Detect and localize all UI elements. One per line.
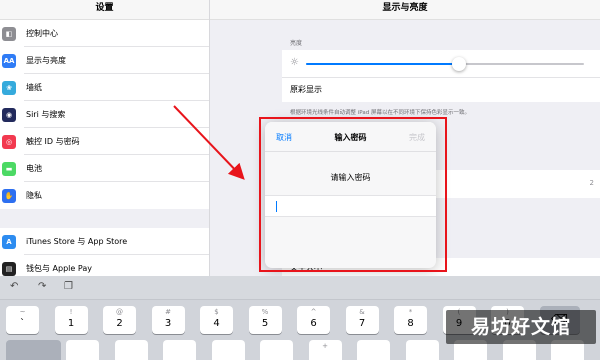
undo-icon[interactable]: ↶ <box>10 281 18 292</box>
keyboard-key[interactable]: + <box>308 340 342 360</box>
key-shift-symbol: @ <box>116 308 123 316</box>
key-main-symbol: 1 <box>67 318 75 329</box>
keyboard-key[interactable] <box>163 340 196 360</box>
key-main-symbol: 2 <box>116 318 123 329</box>
keyboard-key[interactable]: ! 1 <box>54 306 88 334</box>
key-shift-symbol: % <box>261 308 269 316</box>
keyboard-key[interactable] <box>211 340 245 360</box>
key-main-symbol: 4 <box>213 318 220 329</box>
keyboard-key[interactable]: * 8 <box>394 306 427 334</box>
key-shift-symbol: + <box>322 342 328 350</box>
keyboard-key[interactable]: ~ ` <box>6 306 39 334</box>
keyboard-key[interactable]: % 5 <box>248 306 282 334</box>
keyboard-key[interactable] <box>260 340 293 360</box>
keyboard-key[interactable] <box>114 340 148 360</box>
key-main-symbol: 8 <box>407 318 414 329</box>
key-shift-symbol: ~ <box>19 308 26 316</box>
keyboard-key[interactable]: ^ 6 <box>297 306 330 334</box>
key-shift-symbol: & <box>359 308 365 316</box>
key-shift-symbol: ! <box>69 308 73 316</box>
watermark-logo: 易坊好文馆 <box>446 310 596 344</box>
keyboard-key[interactable]: @2 <box>103 306 136 334</box>
key-shift-symbol: # <box>165 308 171 316</box>
key-main-symbol: ` <box>20 318 25 329</box>
key-main-symbol: 3 <box>164 318 172 329</box>
keyboard-key[interactable] <box>405 340 439 360</box>
keyboard-shortcut-bar: ↶ ↷ ❐ <box>0 276 600 300</box>
key-shift-symbol: ^ <box>310 308 317 316</box>
key-shift-symbol: $ <box>214 308 219 316</box>
redo-icon[interactable]: ↷ <box>38 281 46 292</box>
keyboard-key[interactable]: $4 <box>200 306 233 334</box>
key-main-symbol: 7 <box>358 318 366 329</box>
keyboard-key[interactable] <box>66 340 99 360</box>
key-main-symbol: 5 <box>261 318 269 329</box>
keyboard-key[interactable]: & 7 <box>345 306 379 334</box>
keyboard-key[interactable] <box>357 340 390 360</box>
tab-key[interactable] <box>6 340 61 360</box>
key-main-symbol: 6 <box>310 318 317 329</box>
keyboard-key[interactable]: #3 <box>151 306 185 334</box>
paste-icon[interactable]: ❐ <box>64 281 73 292</box>
key-shift-symbol: * <box>408 308 413 316</box>
